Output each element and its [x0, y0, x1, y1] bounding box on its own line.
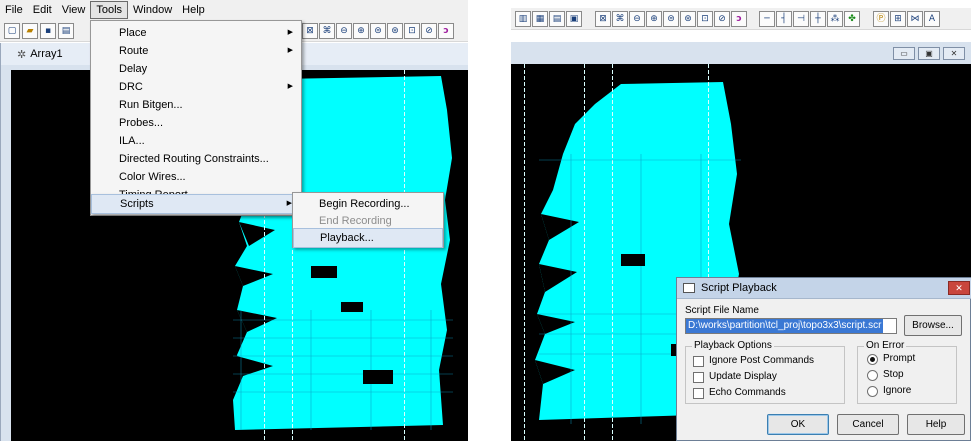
zoom-select-icon[interactable]: ⊠: [595, 11, 611, 27]
dialog-title: Script Playback: [701, 282, 777, 294]
menu-window[interactable]: Window: [128, 1, 177, 19]
help-button[interactable]: Help: [907, 414, 965, 435]
array-window-icon: ✲: [17, 48, 27, 61]
left-screenshot-panel: File Edit View Tools Window Help ▢ ▰ ▪ ▤…: [0, 0, 468, 441]
update-display-label: Update Display: [709, 371, 777, 382]
zoom-out-icon[interactable]: ⊖: [336, 23, 352, 39]
submenu-arrow-icon: ▶: [287, 83, 293, 90]
pin-map-icon[interactable]: Ⓟ: [873, 11, 889, 27]
tools-menu-directed-routing[interactable]: Directed Routing Constraints...: [91, 149, 301, 169]
layer-icon[interactable]: ▥: [515, 11, 531, 27]
array-window-title: Array1: [30, 48, 63, 60]
tools-menu-drc[interactable]: DRC ▶: [91, 77, 301, 97]
ignore-radio[interactable]: [867, 386, 878, 397]
mdi-window-controls: ▭ ▣ ✕: [893, 47, 965, 60]
restore-icon[interactable]: ▣: [918, 47, 940, 60]
echo-commands-checkbox[interactable]: [693, 388, 704, 399]
tools-menu: Place ▶ Route ▶ Delay DRC ▶ Run Bitgen..…: [90, 20, 302, 216]
echo-commands-label: Echo Commands: [709, 387, 786, 398]
print-icon[interactable]: ▤: [58, 23, 74, 39]
menu-help[interactable]: Help: [177, 1, 210, 19]
zoom-out-icon[interactable]: ⊖: [629, 11, 645, 27]
zoom-area-icon[interactable]: ⊛: [680, 11, 696, 27]
stop-radio[interactable]: [867, 370, 878, 381]
right-toolbar: ▥ ▦ ▤ ▣ ⊠ ⌘ ⊖ ⊕ ⊜ ⊛ ⊡ ⊘ ↄ ─ ┤ ⊣ ┼ ⁂ ✤ Ⓟ …: [511, 8, 971, 30]
bus-icon[interactable]: ⊣: [793, 11, 809, 27]
tools-menu-delay[interactable]: Delay: [91, 59, 301, 79]
tools-menu-lower: Scripts ▶: [90, 194, 302, 214]
route-tool-icon[interactable]: ↄ: [438, 23, 454, 39]
zoom-in-icon[interactable]: ⊕: [353, 23, 369, 39]
tools-menu-ila[interactable]: ILA...: [91, 131, 301, 151]
tools-menu-place-label: Place: [119, 27, 147, 39]
zoom-box-icon[interactable]: ⊡: [404, 23, 420, 39]
submenu-arrow-icon: ▶: [287, 29, 293, 36]
cancel-button[interactable]: Cancel: [837, 414, 899, 435]
new-file-icon[interactable]: ▢: [4, 23, 20, 39]
array-icon[interactable]: ⁂: [827, 11, 843, 27]
dialog-window-icon: [683, 283, 695, 293]
zoom-select-icon[interactable]: ⊠: [302, 23, 318, 39]
menu-tools[interactable]: Tools: [90, 1, 129, 19]
zoom-full-icon[interactable]: ⊜: [663, 11, 679, 27]
menu-view[interactable]: View: [57, 1, 91, 19]
text-icon[interactable]: A: [924, 11, 940, 27]
tools-menu-place[interactable]: Place ▶: [91, 23, 301, 43]
stop-icon[interactable]: ⊘: [714, 11, 730, 27]
zoom-fit-icon[interactable]: ⌘: [319, 23, 335, 39]
script-playback-dialog: Script Playback ✕ Script File Name D:\wo…: [676, 277, 971, 441]
prompt-radio[interactable]: [867, 354, 878, 365]
pane-icon[interactable]: ▣: [566, 11, 582, 27]
save-icon[interactable]: ▪: [40, 23, 56, 39]
connect-icon[interactable]: ⋈: [907, 11, 923, 27]
scripts-submenu: Begin Recording... End Recording Playbac…: [292, 192, 444, 248]
hierarchy-icon[interactable]: ⊞: [890, 11, 906, 27]
stop-icon[interactable]: ⊘: [421, 23, 437, 39]
tools-menu-probes[interactable]: Probes...: [91, 113, 301, 133]
close-icon[interactable]: ✕: [943, 47, 965, 60]
ignore-label: Ignore: [883, 385, 912, 396]
tools-menu-scripts-label: Scripts: [120, 198, 154, 210]
junction-icon[interactable]: ┼: [810, 11, 826, 27]
submenu-arrow-icon: ▶: [287, 47, 293, 54]
tools-menu-route-label: Route: [119, 45, 149, 57]
on-error-label: On Error: [864, 340, 907, 351]
browse-button[interactable]: Browse...: [904, 315, 962, 336]
dialog-close-button[interactable]: ✕: [948, 281, 970, 295]
chip-icon[interactable]: ✤: [844, 11, 860, 27]
tools-menu-run-bitgen[interactable]: Run Bitgen...: [91, 95, 301, 115]
menu-file[interactable]: File: [0, 1, 28, 19]
stop-label: Stop: [883, 369, 904, 380]
update-display-checkbox[interactable]: [693, 372, 704, 383]
script-file-value: D:\works\partition\tcl_proj\topo3x3\scri…: [686, 319, 884, 333]
menu-bar: File Edit View Tools Window Help: [0, 0, 468, 20]
wire-icon[interactable]: ─: [759, 11, 775, 27]
dialog-titlebar[interactable]: Script Playback ✕: [677, 278, 971, 299]
zoom-fit-icon[interactable]: ⌘: [612, 11, 628, 27]
minimize-icon[interactable]: ▭: [893, 47, 915, 60]
grid-alt-icon[interactable]: ▤: [549, 11, 565, 27]
grid-icon[interactable]: ▦: [532, 11, 548, 27]
tools-menu-color-wires[interactable]: Color Wires...: [91, 167, 301, 187]
zoom-in-icon[interactable]: ⊕: [646, 11, 662, 27]
zoom-box-icon[interactable]: ⊡: [697, 11, 713, 27]
playback-options-label: Playback Options: [692, 340, 774, 351]
wire-seg-icon[interactable]: ┤: [776, 11, 792, 27]
tools-menu-drc-label: DRC: [119, 81, 143, 93]
tools-menu-scripts[interactable]: Scripts ▶: [91, 194, 301, 214]
route-tool-icon[interactable]: ↄ: [731, 11, 747, 27]
scripts-playback[interactable]: Playback...: [293, 228, 443, 248]
ignore-post-commands-label: Ignore Post Commands: [709, 355, 815, 366]
tools-menu-route[interactable]: Route ▶: [91, 41, 301, 61]
ignore-post-commands-checkbox[interactable]: [693, 356, 704, 367]
zoom-area-icon[interactable]: ⊛: [387, 23, 403, 39]
menu-edit[interactable]: Edit: [28, 1, 57, 19]
script-file-name-label: Script File Name: [685, 305, 759, 316]
zoom-full-icon[interactable]: ⊜: [370, 23, 386, 39]
open-folder-icon[interactable]: ▰: [22, 23, 38, 39]
prompt-label: Prompt: [883, 353, 916, 364]
ok-button[interactable]: OK: [767, 414, 829, 435]
script-file-input[interactable]: D:\works\partition\tcl_proj\topo3x3\scri…: [685, 318, 897, 334]
